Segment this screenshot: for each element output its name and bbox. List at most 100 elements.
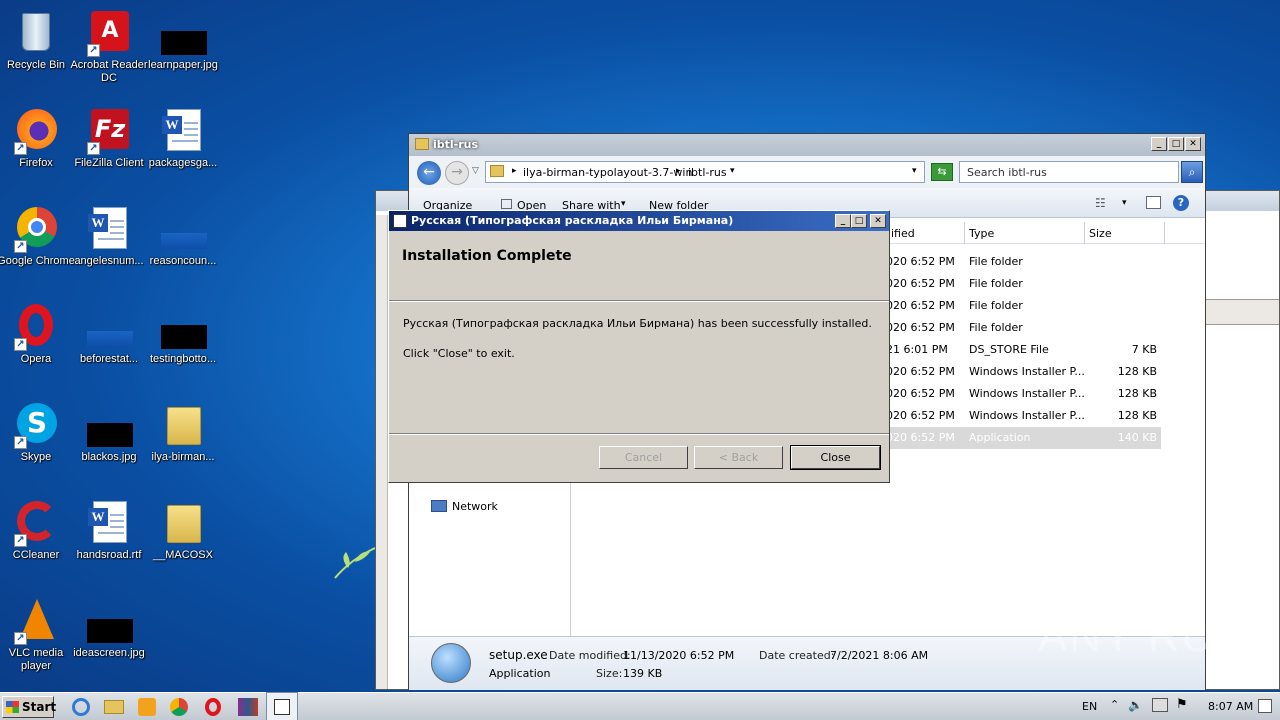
minimize-button[interactable]: _ <box>1151 137 1167 151</box>
details-created-label: Date created: <box>759 649 835 662</box>
breadcrumb-item[interactable]: ibtl-rus <box>688 166 727 179</box>
installer-instruction: Click "Close" to exit. <box>403 347 515 360</box>
ie-icon[interactable] <box>68 692 100 720</box>
installer-taskbar-button[interactable] <box>266 692 298 720</box>
desktop-icon[interactable]: Recycle Bin <box>0 5 75 97</box>
desktop-icon[interactable]: Whandsroad.rtf <box>70 495 148 587</box>
maximize-button[interactable]: □ <box>851 214 867 228</box>
column-header-type[interactable]: Type <box>969 227 994 240</box>
file-size: 128 KB <box>1117 365 1157 378</box>
file-date: 020 6:52 PM <box>886 409 955 422</box>
explorer-title: ibtl-rus <box>433 138 479 151</box>
breadcrumb-item[interactable]: ilya-birman-typolayout-3.7-win <box>523 166 692 179</box>
desktop-icon[interactable]: ↗ CCleaner <box>0 495 75 587</box>
refresh-icon[interactable]: ⇆ <box>931 163 953 181</box>
folder-icon <box>161 401 205 449</box>
open-icon <box>501 199 512 209</box>
installer-titlebar[interactable]: Русская (Типографская раскладка Ильи Бир… <box>389 211 889 231</box>
chrome-taskbar-icon[interactable] <box>164 692 196 720</box>
desktop-icon[interactable]: learnpaper.jpg <box>144 5 222 97</box>
desktop-icon-label: packagesga... <box>148 157 218 169</box>
start-button[interactable]: Start <box>2 696 56 718</box>
image-file-icon <box>87 597 133 645</box>
desktop-icon[interactable]: reasoncoun... <box>144 201 222 293</box>
chevron-down-icon[interactable]: ▾ <box>730 166 735 176</box>
desktop-icon[interactable]: ↗ Google Chrome <box>0 201 75 293</box>
forward-arrow-icon[interactable]: → <box>445 161 469 185</box>
column-header-size[interactable]: Size <box>1089 227 1112 240</box>
history-dropdown-icon[interactable]: ▽ <box>472 166 479 176</box>
details-modified-label: Date modified: <box>549 649 631 662</box>
search-icon[interactable]: ⌕ <box>1181 161 1203 183</box>
network-tray-icon[interactable] <box>1152 698 1168 712</box>
installer-title: Русская (Типографская раскладка Ильи Бир… <box>411 214 734 227</box>
desktop-icon[interactable]: A ↗ Acrobat Reader DC <box>70 5 148 97</box>
clock[interactable]: 8:07 AM <box>1208 700 1253 713</box>
filezilla-icon: Fz ↗ <box>87 107 131 155</box>
file-type: Windows Installer P... <box>969 365 1085 378</box>
show-hidden-icons-icon[interactable]: ⌃ <box>1110 698 1119 711</box>
desktop-icon[interactable]: blackos.jpg <box>70 397 148 489</box>
folder-icon <box>415 138 429 150</box>
help-icon[interactable]: ? <box>1173 195 1189 211</box>
view-options-icon[interactable]: ☷ <box>1095 196 1106 210</box>
desktop-icon[interactable]: __MACOSX <box>144 495 222 587</box>
show-desktop-icon[interactable] <box>1258 699 1272 713</box>
explorer-taskbar-icon[interactable] <box>100 692 132 720</box>
desktop-icon[interactable]: beforestat... <box>70 299 148 391</box>
shortcut-arrow-icon: ↗ <box>14 436 27 449</box>
desktop-icon[interactable]: Wangelesnum... <box>70 201 148 293</box>
minimize-button[interactable]: _ <box>835 214 851 228</box>
address-input[interactable]: ▸ ilya-birman-typolayout-3.7-win ▸ ibtl-… <box>485 161 925 183</box>
file-date: 020 6:52 PM <box>886 431 955 444</box>
finish-close-button[interactable]: Close <box>790 445 881 470</box>
file-type: Windows Installer P... <box>969 409 1085 422</box>
installer-dialog[interactable]: Русская (Типографская раскладка Ильи Бир… <box>388 210 890 483</box>
desktop-icon[interactable]: Wpackagesga... <box>144 103 222 195</box>
desktop-icon[interactable]: ↗ Opera <box>0 299 75 391</box>
volume-icon[interactable]: 🔈 <box>1128 698 1143 712</box>
chevron-down-icon[interactable]: ▾ <box>912 166 917 176</box>
explorer-titlebar[interactable]: ibtl-rus _ □ ✕ <box>409 134 1205 156</box>
close-button[interactable]: ✕ <box>1185 137 1201 151</box>
desktop-icon[interactable]: testingbotto... <box>144 299 222 391</box>
nav-item-network[interactable]: Network <box>452 500 498 513</box>
firefox-icon: ↗ <box>14 107 58 155</box>
desktop-icon[interactable]: ideascreen.jpg <box>70 593 148 685</box>
search-placeholder: Search ibtl-rus <box>967 166 1047 179</box>
taskbar: Start EN ⌃ 🔈 ⚑ 8:07 AM <box>0 692 1280 720</box>
file-date: 21 6:01 PM <box>886 343 948 356</box>
back-button[interactable]: < Back <box>694 446 783 469</box>
file-size: 140 KB <box>1117 431 1157 444</box>
file-size: 7 KB <box>1131 343 1157 356</box>
language-indicator[interactable]: EN <box>1082 700 1097 713</box>
details-file-name: setup.exe <box>489 648 548 662</box>
desktop-icon-label: VLC media player <box>8 647 64 672</box>
desktop-icon[interactable]: Fz ↗ FileZilla Client <box>70 103 148 195</box>
cancel-button[interactable]: Cancel <box>599 446 688 469</box>
maximize-button[interactable]: □ <box>1168 137 1184 151</box>
media-player-icon[interactable] <box>132 692 164 720</box>
desktop-icon-label: CCleaner <box>12 549 60 561</box>
ccleaner-icon: ↗ <box>14 499 58 547</box>
winrar-taskbar-icon[interactable] <box>232 692 264 720</box>
desktop-icon-label: Google Chrome <box>0 255 75 267</box>
back-arrow-icon[interactable]: ← <box>417 161 441 185</box>
image-file-icon <box>87 401 133 449</box>
desktop-icon[interactable]: ↗ VLC media player <box>0 593 75 685</box>
desktop-icon[interactable]: S ↗ Skype <box>0 397 75 489</box>
opera-taskbar-icon[interactable] <box>198 692 230 720</box>
file-size: 128 KB <box>1117 387 1157 400</box>
close-button[interactable]: ✕ <box>870 214 886 228</box>
desktop-icon[interactable]: ilya-birman... <box>144 397 222 489</box>
skype-icon: S ↗ <box>14 401 58 449</box>
chevron-down-icon[interactable]: ▾ <box>1122 198 1127 208</box>
folder-icon <box>161 499 205 547</box>
file-type: File folder <box>969 277 1023 290</box>
recycle-bin-icon <box>14 9 58 57</box>
search-input[interactable]: Search ibtl-rus <box>959 161 1179 183</box>
preview-pane-icon[interactable] <box>1146 196 1161 209</box>
action-center-flag-icon[interactable]: ⚑ <box>1176 697 1188 712</box>
desktop-icon-label: ilya-birman... <box>151 451 215 463</box>
desktop-icon[interactable]: ↗ Firefox <box>0 103 75 195</box>
